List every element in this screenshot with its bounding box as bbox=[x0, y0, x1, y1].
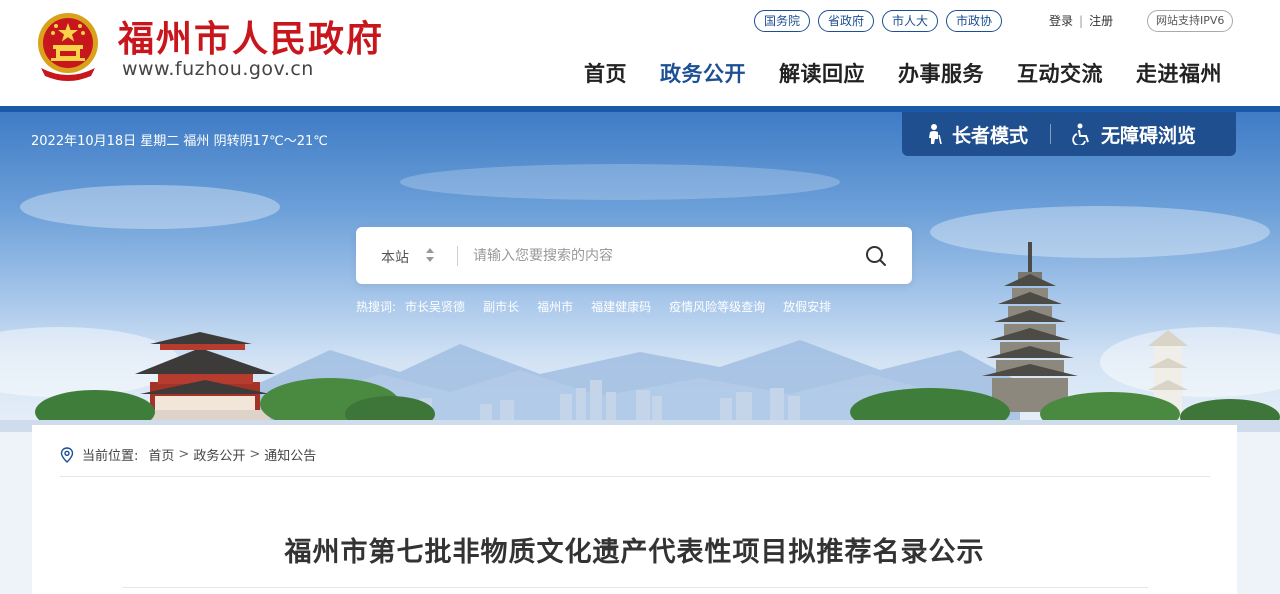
ipv6-badge: 网站支持IPV6 bbox=[1147, 10, 1234, 32]
search-box: 本站 bbox=[356, 227, 912, 284]
hot-word-mayor[interactable]: 市长吴贤德 bbox=[405, 298, 465, 315]
title-divider bbox=[122, 587, 1148, 588]
main-nav: 首页 政务公开 解读回应 办事服务 互动交流 走进福州 bbox=[584, 58, 1222, 88]
site-header: 福州市人民政府 www.fuzhou.gov.cn 国务院 省政府 市人大 市政… bbox=[0, 0, 1280, 108]
register-link[interactable]: 注册 bbox=[1089, 14, 1113, 28]
hot-word-epidemic-risk[interactable]: 疫情风险等级查询 bbox=[669, 298, 765, 315]
elder-mode-button[interactable]: 长者模式 bbox=[924, 121, 1028, 148]
search-scope-select[interactable]: 本站 bbox=[381, 247, 409, 267]
nav-interaction[interactable]: 互动交流 bbox=[1017, 58, 1103, 88]
hot-search-words: 热搜词: 市长吴贤德 副市长 福州市 福建健康码 疫情风险等级查询 放假安排 bbox=[356, 298, 849, 315]
hot-word-fuzhou[interactable]: 福州市 bbox=[537, 298, 573, 315]
auth-links: 登录 | 注册 bbox=[1049, 12, 1113, 29]
hot-search-label: 热搜词: bbox=[356, 300, 397, 314]
site-domain: www.fuzhou.gov.cn bbox=[122, 58, 314, 80]
updown-arrows-icon[interactable] bbox=[425, 247, 435, 263]
login-link[interactable]: 登录 bbox=[1049, 14, 1073, 28]
article-panel: 当前位置: 首页 > 政务公开 > 通知公告 福州市第七批非物质文化遗产代表性项… bbox=[32, 425, 1237, 594]
article-title: 福州市第七批非物质文化遗产代表性项目拟推荐名录公示 bbox=[284, 537, 985, 568]
national-emblem-icon[interactable] bbox=[33, 10, 103, 82]
elder-mode-label: 长者模式 bbox=[952, 124, 1029, 147]
nav-government-affairs[interactable]: 政务公开 bbox=[660, 58, 746, 88]
breadcrumb-notices[interactable]: 通知公告 bbox=[264, 445, 316, 464]
breadcrumb-government-affairs[interactable]: 政务公开 bbox=[193, 445, 245, 464]
breadcrumb-home[interactable]: 首页 bbox=[148, 445, 174, 464]
nav-interpretation[interactable]: 解读回应 bbox=[779, 58, 865, 88]
accessible-browse-button[interactable]: 无障碍浏览 bbox=[1071, 121, 1196, 148]
elder-icon bbox=[929, 124, 942, 145]
auth-separator: | bbox=[1079, 14, 1084, 28]
nav-home[interactable]: 首页 bbox=[584, 58, 627, 88]
hero-banner: 2022年10月18日 星期二 福州 阴转阴17℃～21℃ 长者模式 无障碍浏览… bbox=[0, 112, 1280, 432]
quick-link-cppcc[interactable]: 市政协 bbox=[946, 10, 1003, 32]
white-pagoda bbox=[982, 242, 1078, 412]
breadcrumb-label: 当前位置: bbox=[82, 449, 139, 464]
hot-word-holiday[interactable]: 放假安排 bbox=[783, 298, 831, 315]
quick-link-provincial-gov[interactable]: 省政府 bbox=[818, 10, 875, 32]
hot-word-health-code[interactable]: 福建健康码 bbox=[591, 298, 651, 315]
hot-word-vice-mayor[interactable]: 副市长 bbox=[483, 298, 519, 315]
wheelchair-icon bbox=[1072, 123, 1089, 145]
accessible-browse-label: 无障碍浏览 bbox=[1101, 124, 1197, 147]
location-pin-icon bbox=[60, 446, 74, 463]
accessibility-bar: 长者模式 无障碍浏览 bbox=[902, 112, 1236, 156]
quick-link-peoples-congress[interactable]: 市人大 bbox=[882, 10, 939, 32]
quick-links: 国务院 省政府 市人大 市政协 bbox=[754, 10, 1003, 32]
nav-about-fuzhou[interactable]: 走进福州 bbox=[1136, 58, 1222, 88]
breadcrumb-separator: > bbox=[178, 447, 190, 462]
breadcrumb-divider bbox=[60, 476, 1210, 477]
site-title[interactable]: 福州市人民政府 bbox=[118, 10, 384, 62]
search-input[interactable] bbox=[473, 243, 833, 269]
quick-link-state-council[interactable]: 国务院 bbox=[754, 10, 811, 32]
breadcrumb-separator: > bbox=[249, 447, 261, 462]
nav-services[interactable]: 办事服务 bbox=[898, 58, 984, 88]
access-separator bbox=[1050, 124, 1052, 144]
date-weather: 2022年10月18日 星期二 福州 阴转阴17℃～21℃ bbox=[31, 134, 328, 149]
search-divider bbox=[457, 246, 458, 266]
breadcrumb: 当前位置: 首页 > 政务公开 > 通知公告 bbox=[60, 445, 316, 464]
search-icon[interactable] bbox=[863, 243, 889, 269]
